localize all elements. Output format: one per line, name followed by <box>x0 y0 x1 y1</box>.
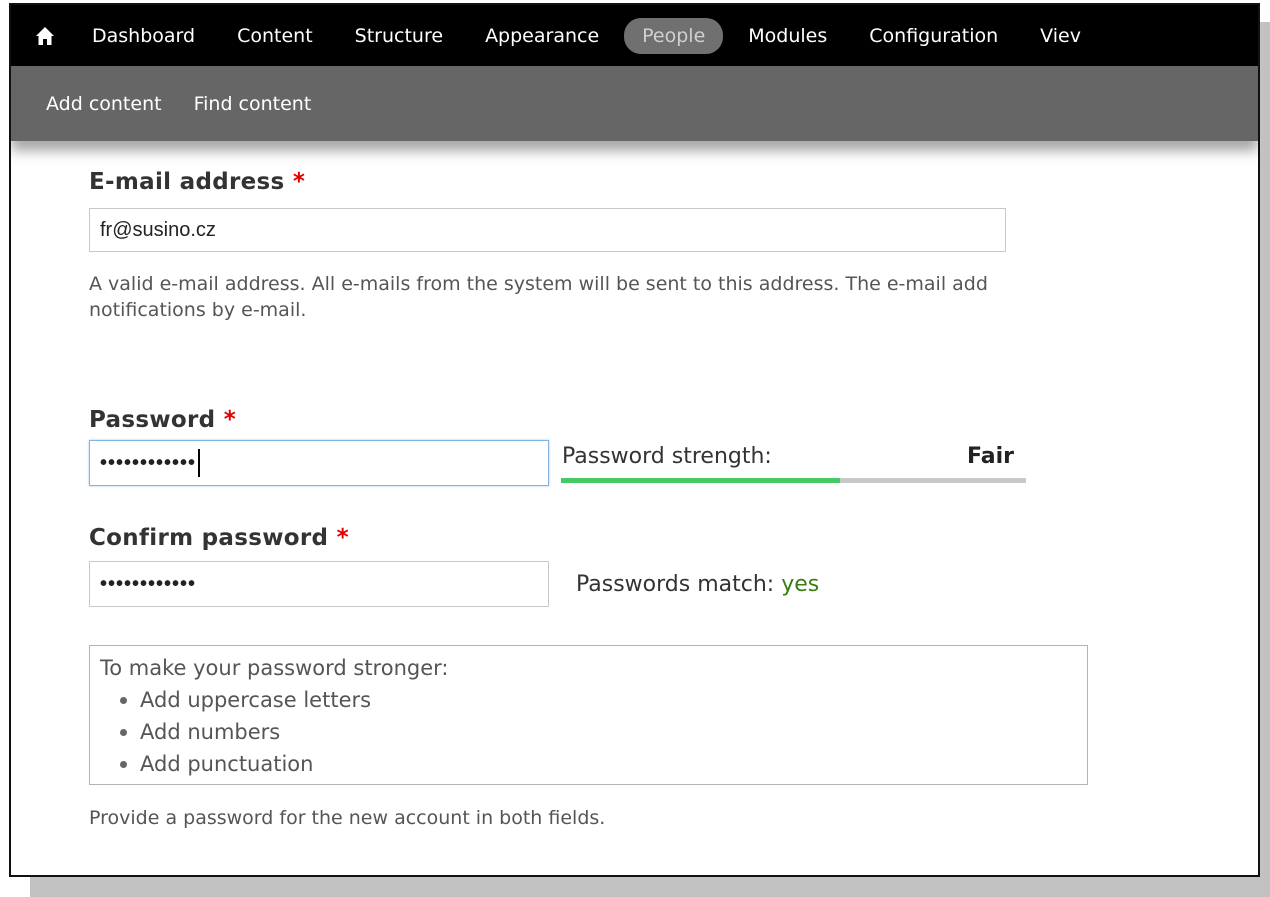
menu-item-dashboard[interactable]: Dashboard <box>71 18 216 54</box>
password-label-text: Password <box>89 407 216 433</box>
confirm-password-field-value: •••••••••••• <box>100 572 197 595</box>
email-field[interactable]: fr@susino.cz <box>89 208 1006 252</box>
menu-item-modules[interactable]: Modules <box>727 18 848 54</box>
confirm-password-label-text: Confirm password <box>89 525 329 551</box>
password-strength-label: Password strength: <box>562 444 772 469</box>
password-field-value: •••••••••••• <box>100 451 197 474</box>
browser-frame: Dashboard Content Structure Appearance P… <box>9 3 1260 877</box>
admin-toolbar: Dashboard Content Structure Appearance P… <box>11 5 1258 66</box>
toolbar-menu: Dashboard Content Structure Appearance P… <box>71 17 1102 54</box>
confirm-password-label: Confirm password * <box>89 525 349 551</box>
email-description-line1: A valid e-mail address. All e-mails from… <box>89 273 988 295</box>
email-description-line2: notifications by e-mail. <box>89 299 307 321</box>
menu-item-configuration[interactable]: Configuration <box>848 18 1019 54</box>
menu-item-appearance[interactable]: Appearance <box>464 18 620 54</box>
email-field-value: fr@susino.cz <box>100 218 216 241</box>
password-strength-fill <box>561 478 840 483</box>
email-label: E-mail address * <box>89 169 305 195</box>
suggestion-item: Add uppercase letters <box>120 684 1077 716</box>
email-required-marker: * <box>292 169 306 195</box>
menu-item-content[interactable]: Content <box>216 18 334 54</box>
confirm-password-required-marker: * <box>336 525 349 551</box>
menu-item-people[interactable]: People <box>624 17 724 54</box>
menu-item-views[interactable]: Viev <box>1019 18 1102 54</box>
menu-item-structure[interactable]: Structure <box>334 18 464 54</box>
shortcuts-bar: Add content Find content <box>11 66 1258 141</box>
password-match-indicator: Passwords match: yes <box>576 572 819 597</box>
email-label-text: E-mail address <box>89 169 285 195</box>
shortcut-add-content[interactable]: Add content <box>46 93 162 115</box>
confirm-password-field[interactable]: •••••••••••• <box>89 561 549 607</box>
password-field[interactable]: •••••••••••• <box>89 440 549 486</box>
password-required-marker: * <box>223 407 237 433</box>
password-match-label: Passwords match: <box>576 572 775 597</box>
password-suggestions-list: Add uppercase letters Add numbers Add pu… <box>100 684 1077 780</box>
email-description: A valid e-mail address. All e-mails from… <box>89 271 988 323</box>
password-suggestions-title: To make your password stronger: <box>100 656 449 680</box>
password-help-text: Provide a password for the new account i… <box>89 807 606 829</box>
text-caret <box>198 449 201 477</box>
suggestion-item: Add numbers <box>120 716 1077 748</box>
password-strength-bar <box>561 478 1026 483</box>
password-suggestions-box: To make your password stronger: Add uppe… <box>89 645 1088 785</box>
password-label: Password * <box>89 407 236 433</box>
suggestion-item: Add punctuation <box>120 748 1077 780</box>
password-match-value: yes <box>781 572 820 597</box>
shortcut-find-content[interactable]: Find content <box>194 93 312 115</box>
password-strength-value: Fair <box>967 444 1014 469</box>
home-icon[interactable] <box>35 26 55 46</box>
